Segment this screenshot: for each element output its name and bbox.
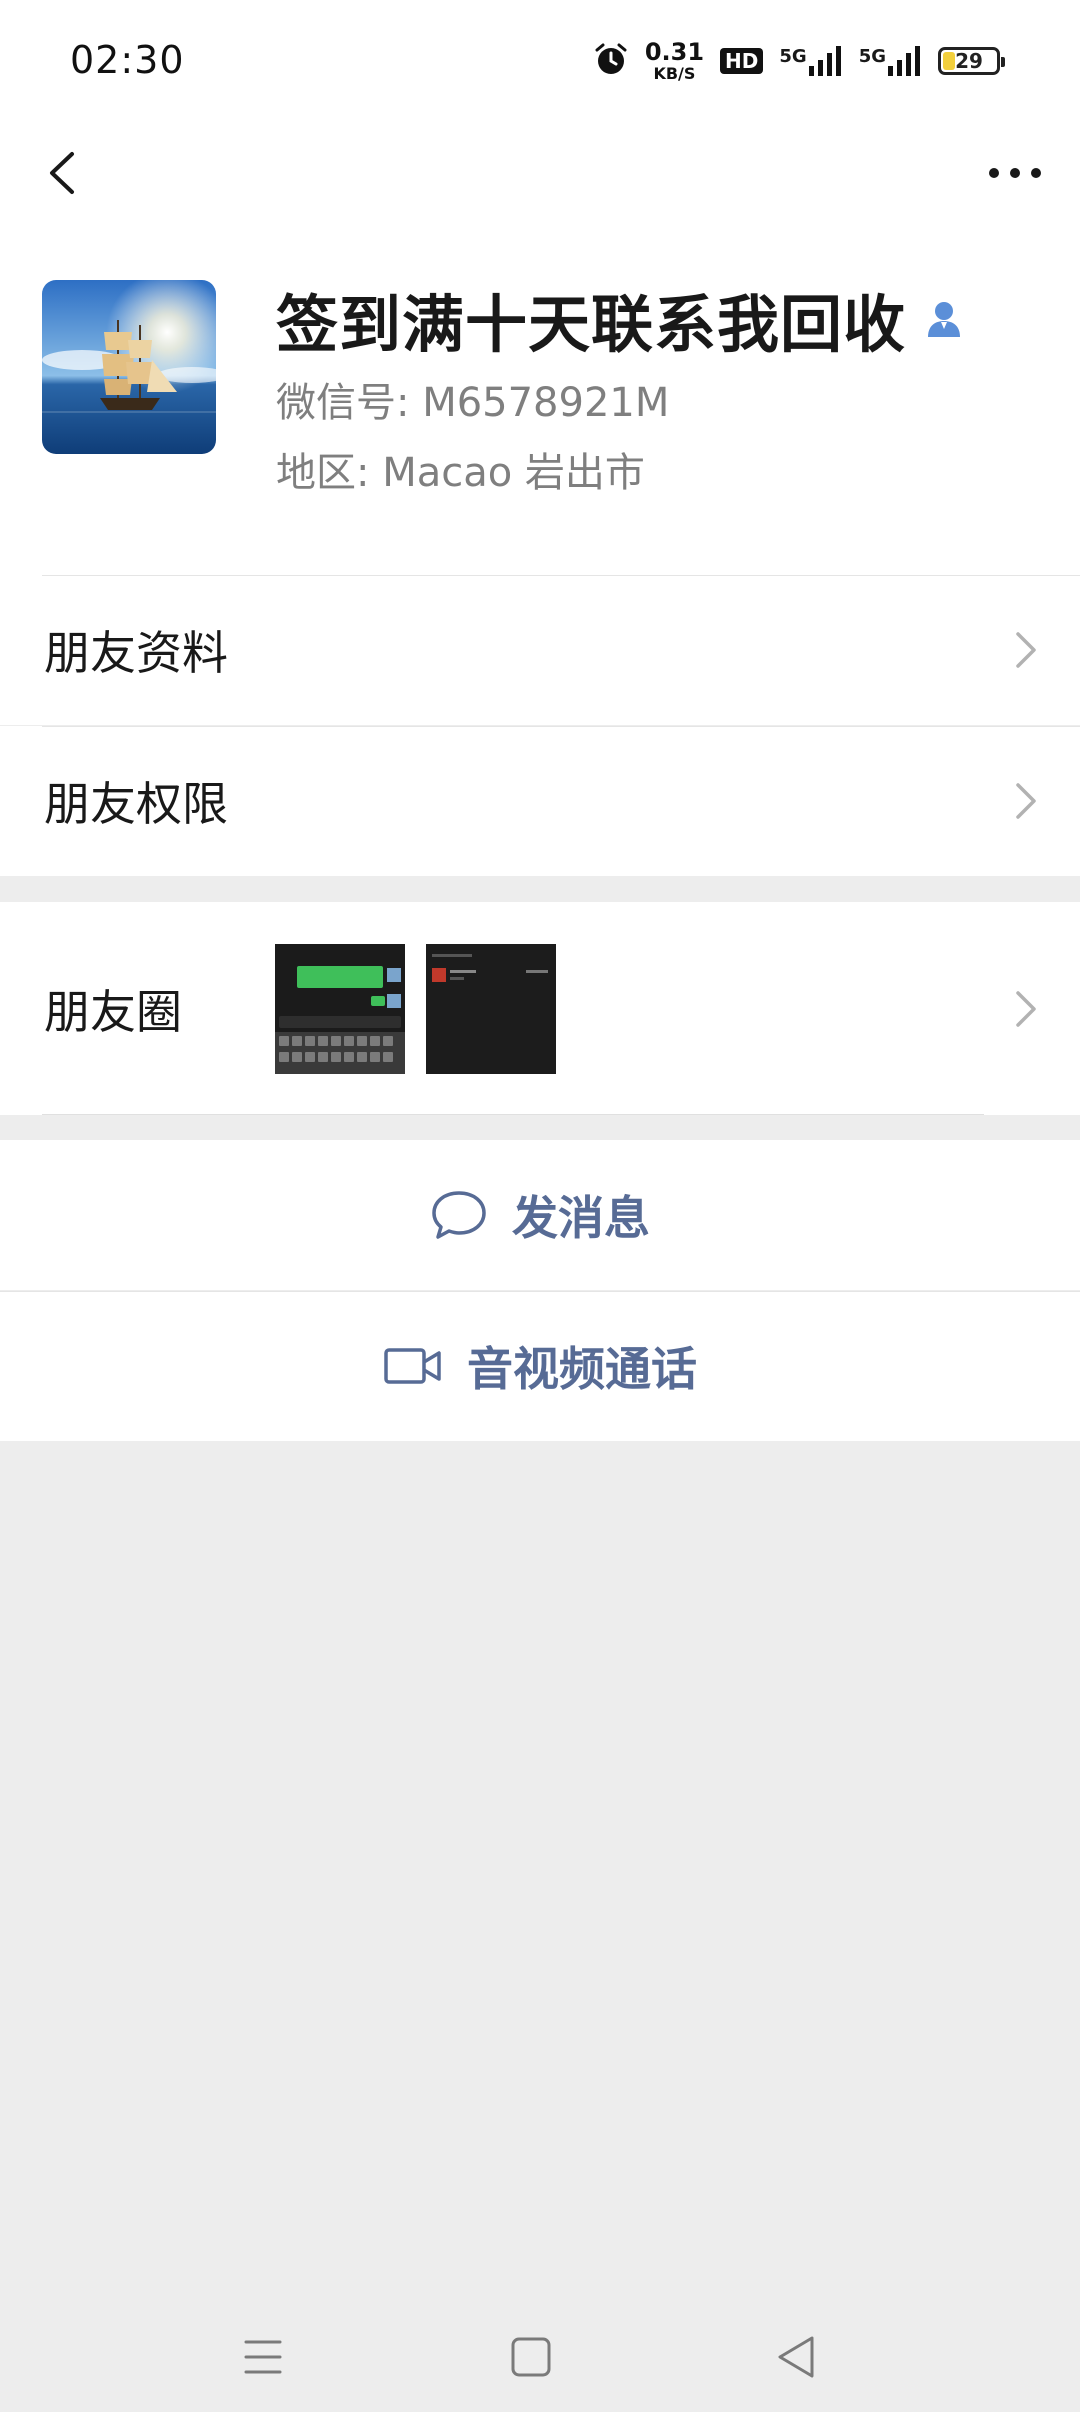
hd-icon: HD [720,48,764,74]
sailboat-avatar-image [42,280,216,454]
battery-icon: 29 [938,47,1005,75]
more-dots-icon [989,168,1041,178]
status-icons: 0.31 KB/S HD 5G 5G 29 [593,36,1005,86]
person-icon [922,297,966,341]
send-message-button[interactable]: 发消息 [0,1140,1080,1290]
menu-icon [244,2340,282,2374]
chat-bubble-icon [432,1191,486,1239]
signal-1-label: 5G [779,46,807,67]
video-camera-icon [384,1348,441,1384]
video-call-content: 音视频通话 [0,1291,1080,1441]
moments-thumbnail [426,944,556,1074]
signal-icon-2: 5G [859,46,922,76]
moments-thumbnail [275,944,405,1074]
signal-icon-1: 5G [779,46,842,76]
back-button[interactable] [30,138,100,208]
moments-label: 朋友圈 [44,984,182,1039]
region: 地区: Macao 岩出市 [276,450,645,496]
avatar[interactable] [42,280,216,454]
status-bar: 02:30 0.31 KB/S HD 5G 5G 29 [0,0,1080,118]
send-message-label: 发消息 [512,1191,650,1245]
battery-level: 29 [955,49,983,73]
friend-permissions-row[interactable]: 朋友权限 [0,726,1080,876]
hd-label: HD [725,49,759,73]
alarm-icon [593,41,629,81]
friend-permissions-label: 朋友权限 [44,777,228,831]
home-button[interactable] [496,2322,566,2392]
back-triangle-icon [778,2336,814,2378]
system-back-button[interactable] [762,2322,832,2392]
network-speed: 0.31 KB/S [645,40,704,82]
friend-info-label: 朋友资料 [44,626,228,680]
status-time: 02:30 [70,38,185,82]
friend-info-row[interactable]: 朋友资料 [0,575,1080,725]
network-speed-value: 0.31 [644,38,705,66]
nickname-row: 签到满十天联系我回收 [276,274,966,364]
contact-profile-screen: 02:30 0.31 KB/S HD 5G 5G 29 签到满十天联系我回收 微… [0,0,1080,2412]
divider [42,1114,984,1115]
video-call-button[interactable]: 音视频通话 [0,1291,1080,1441]
system-navigation-bar [0,2300,1080,2412]
divider [42,726,1080,727]
home-icon [511,2337,551,2377]
chevron-right-icon [1016,783,1036,819]
profile-section: 签到满十天联系我回收 微信号: M6578921M 地区: Macao 岩出市 [0,228,1080,575]
nav-header [0,118,1080,228]
battery-fill [943,52,956,70]
send-message-content: 发消息 [0,1140,1080,1290]
divider [42,575,1080,576]
signal-2-label: 5G [858,46,886,67]
moments-row[interactable]: 朋友圈 [0,902,1080,1115]
menu-button[interactable] [228,2322,298,2392]
network-speed-unit: KB/S [653,64,696,83]
chevron-left-icon [50,152,74,194]
more-button[interactable] [980,138,1050,208]
video-call-label: 音视频通话 [467,1342,697,1396]
chevron-right-icon [1016,990,1036,1027]
nickname: 签到满十天联系我回收 [276,288,907,361]
wechat-id: 微信号: M6578921M [276,380,670,426]
chevron-right-icon [1016,632,1036,668]
